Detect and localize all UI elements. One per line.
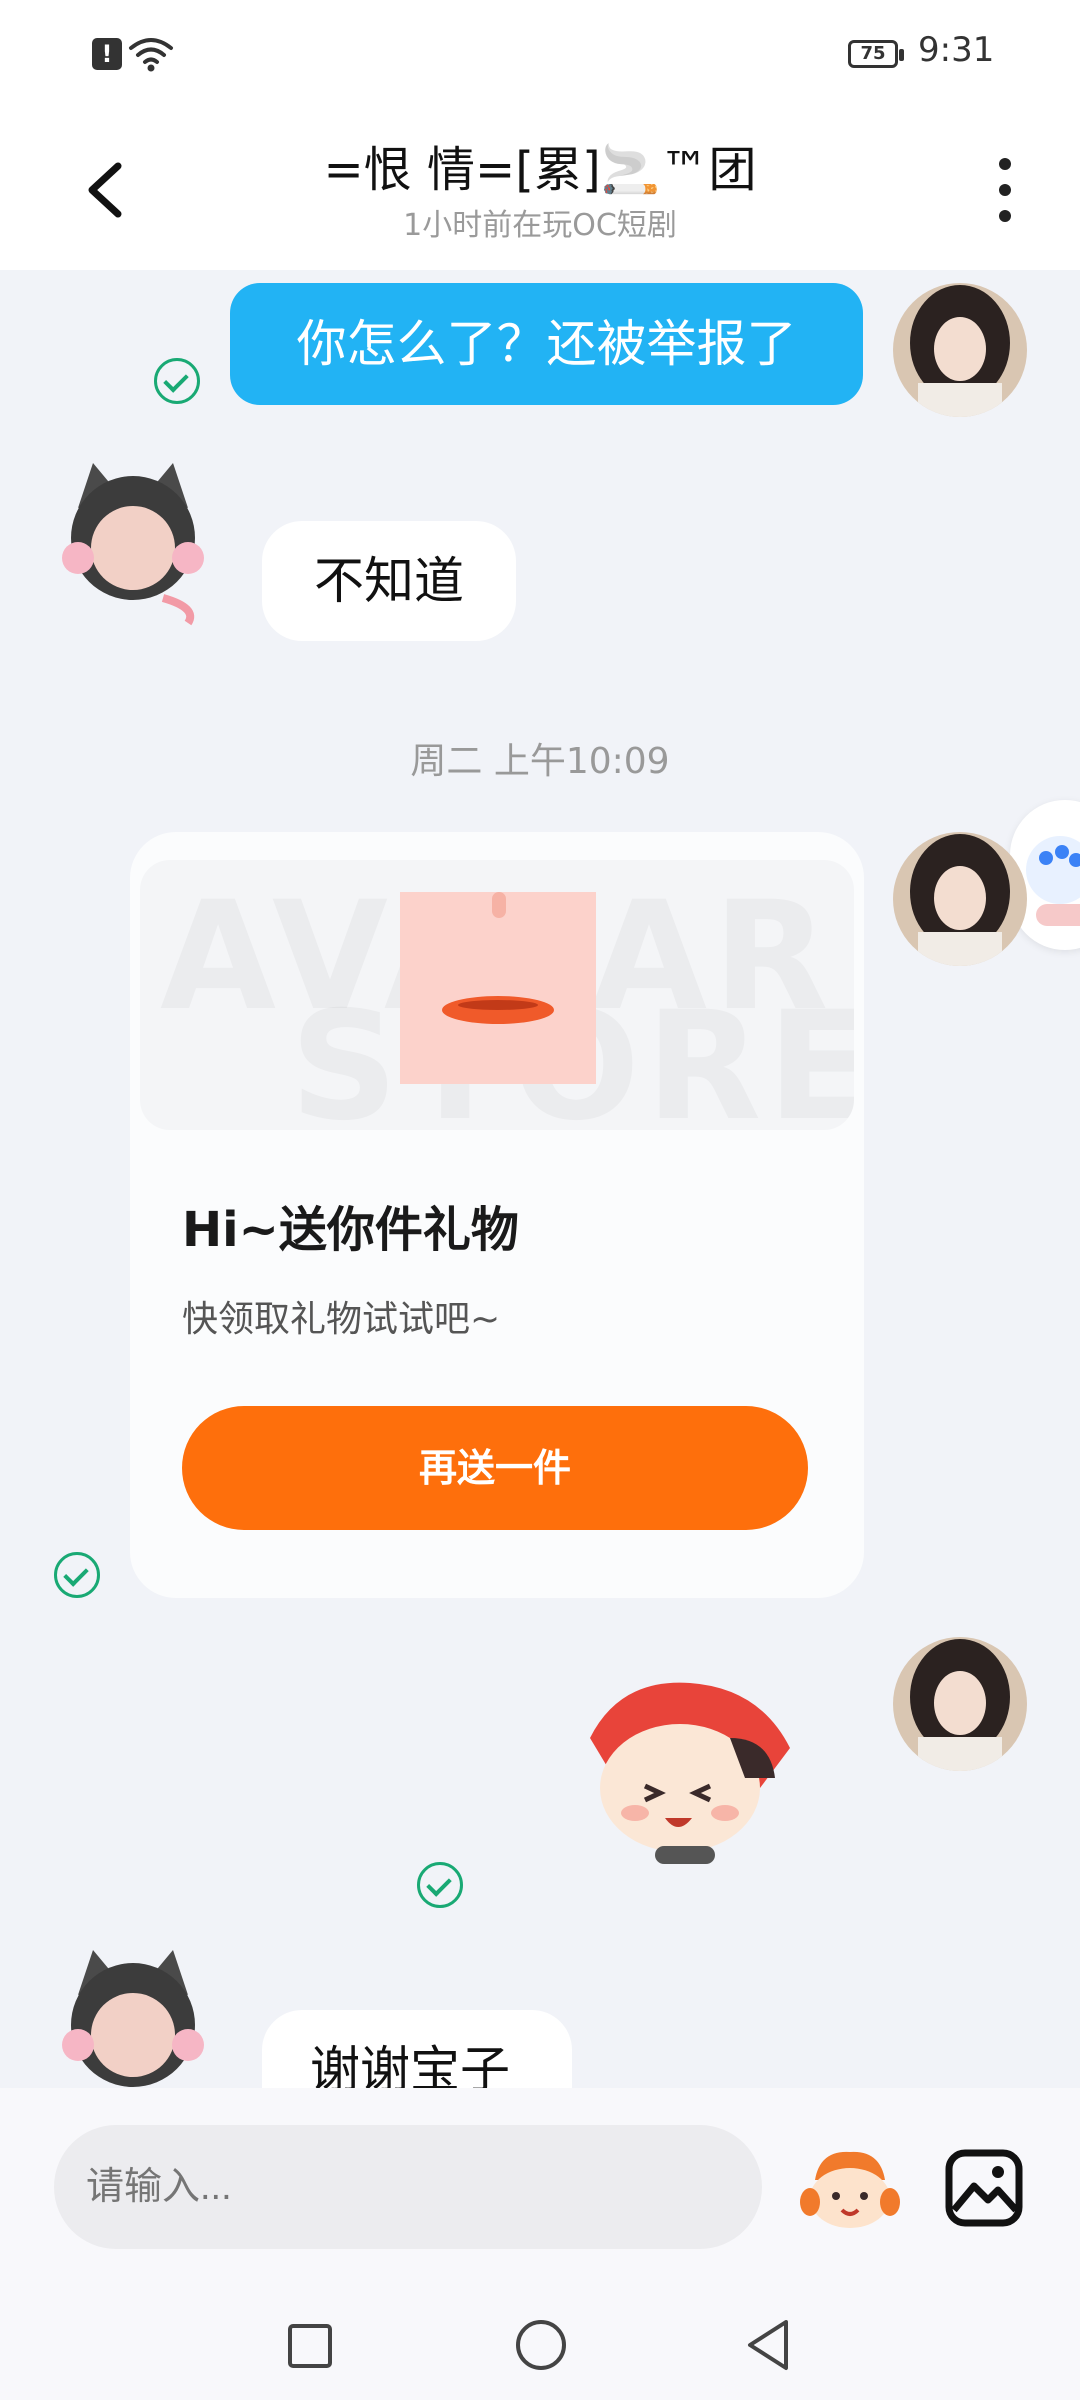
square-icon: [288, 2324, 332, 2368]
battery-icon: 75: [848, 40, 904, 68]
gift-description: 快领取礼物试试吧~: [182, 1299, 501, 1340]
more-options-button[interactable]: [980, 150, 1030, 230]
gift-image: AVATAR STORE: [140, 860, 854, 1130]
chat-status: 1小时前在玩OC短剧: [403, 208, 677, 243]
recent-apps-button[interactable]: [286, 2322, 334, 2370]
lips-item-icon: [400, 892, 596, 1084]
message-bubble-sent[interactable]: 你怎么了？还被举报了: [230, 283, 863, 405]
chat-title[interactable]: =恨 情=[累]🚬™团: [200, 130, 880, 200]
sim-alert-icon: !: [92, 38, 122, 70]
back-nav-button[interactable]: [742, 2318, 794, 2372]
back-button[interactable]: [70, 148, 140, 228]
circle-icon: [516, 2320, 566, 2370]
sticker-message[interactable]: [560, 1668, 820, 1868]
dot: [999, 184, 1011, 196]
image-icon: [945, 2149, 1023, 2227]
triangle-back-icon: [748, 2320, 788, 2370]
gift-title: Hi~送你件礼物: [182, 1202, 519, 1258]
message-input[interactable]: [54, 2125, 762, 2249]
friend-avatar[interactable]: [58, 1945, 208, 2095]
message-bubble-received[interactable]: 不知道: [262, 521, 516, 641]
send-another-button[interactable]: 再送一件: [182, 1406, 808, 1530]
emoji-sticker-button[interactable]: [800, 2140, 900, 2240]
my-avatar[interactable]: [893, 283, 1027, 417]
read-check-icon: [54, 1552, 100, 1598]
dot: [999, 158, 1011, 170]
friend-avatar[interactable]: [58, 458, 208, 626]
read-check-icon: [417, 1862, 463, 1908]
mascot-icon: [800, 2151, 900, 2228]
dot: [999, 210, 1011, 222]
read-check-icon: [154, 358, 200, 404]
my-avatar[interactable]: [893, 1637, 1027, 1771]
timestamp: 周二 上午10:09: [410, 741, 670, 782]
clock: 9:31: [918, 30, 995, 70]
sticker-image: [590, 1682, 790, 1864]
home-button[interactable]: [514, 2318, 568, 2372]
wifi-icon: [129, 38, 173, 72]
status-bar: ! 75 9:31: [0, 0, 1080, 110]
my-avatar[interactable]: [893, 832, 1027, 966]
chevron-left-icon: [88, 162, 122, 218]
image-picker-button[interactable]: [944, 2148, 1024, 2228]
